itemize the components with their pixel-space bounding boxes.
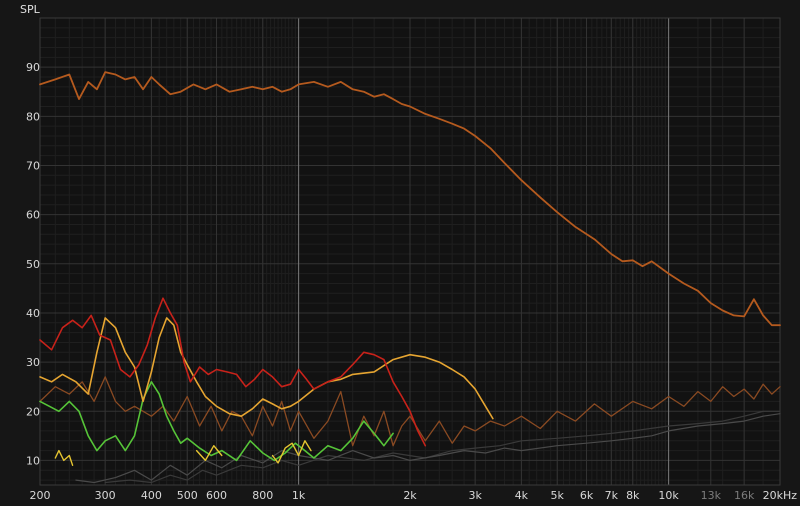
x-tick-label: 10k — [658, 489, 679, 502]
x-tick-label: 4k — [515, 489, 529, 502]
y-tick-label: 10 — [26, 454, 40, 467]
x-tick-label: 2k — [403, 489, 417, 502]
x-tick-label: 200 — [30, 489, 51, 502]
spl-frequency-chart: 10 20 30 40 50 60 70 80 90 200 300 400 500 600 800 1k 2k… — [0, 0, 800, 506]
y-axis-label: SPL — [20, 3, 41, 16]
major-grid — [39, 17, 781, 486]
x-tick-label: 5k — [551, 489, 565, 502]
x-tick-label: 13k — [701, 489, 722, 502]
y-tick-label: 40 — [26, 307, 40, 320]
y-tick-label: 90 — [26, 61, 40, 74]
x-tick-label: 400 — [141, 489, 162, 502]
y-tick-label: 60 — [26, 209, 40, 222]
x-tick-label: 1k — [292, 489, 306, 502]
x-tick-label: 600 — [206, 489, 227, 502]
x-tick-label: 800 — [252, 489, 273, 502]
x-tick-label: 300 — [95, 489, 116, 502]
x-tick-label: 500 — [177, 489, 198, 502]
x-tick-label: 8k — [626, 489, 640, 502]
x-tick-label: 20kHz — [763, 489, 798, 502]
x-tick-label: 16k — [734, 489, 755, 502]
y-tick-label: 30 — [26, 356, 40, 369]
x-tick-label: 7k — [605, 489, 619, 502]
chart-container: 10 20 30 40 50 60 70 80 90 200 300 400 500 600 800 1k 2k… — [0, 0, 800, 506]
y-tick-label: 70 — [26, 159, 40, 172]
y-tick-label: 80 — [26, 110, 40, 123]
y-tick-label: 20 — [26, 405, 40, 418]
x-tick-label: 3k — [468, 489, 482, 502]
x-tick-label: 6k — [580, 489, 594, 502]
y-tick-label: 50 — [26, 258, 40, 271]
